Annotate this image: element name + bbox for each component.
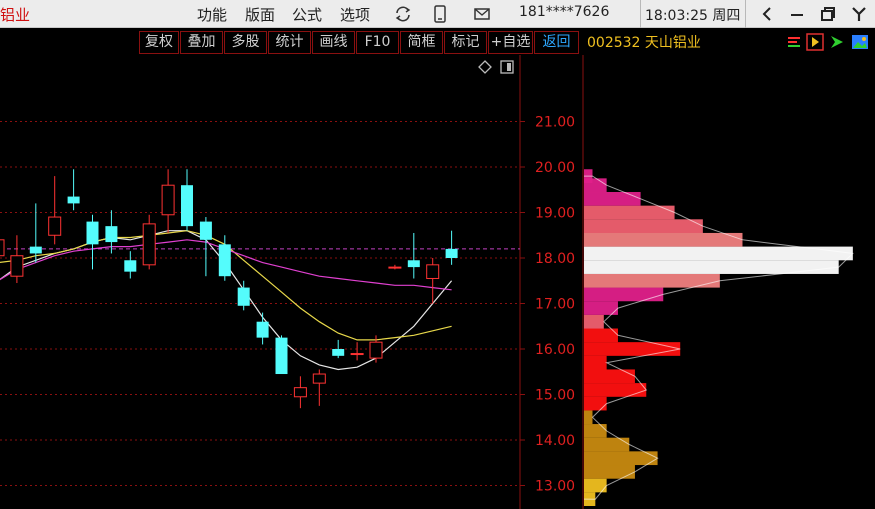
profile-bin [584,410,593,425]
y-tick-label: 14.00 [535,433,575,449]
toolbar-fuquan-button[interactable]: 复权 [139,31,179,54]
profile-bin [584,451,658,466]
y-tick-label: 15.00 [535,388,575,404]
candle-body-down [67,196,80,204]
titlebar-divider [640,0,641,28]
candle-body-up [426,264,440,279]
candle-body-up [0,239,5,257]
profile-bin [584,465,635,479]
clock: 18:03:25 周四 [645,8,741,24]
toolbar-draw-line-button[interactable]: 画线 [312,31,355,54]
kline-chart[interactable]: 13.00 14.00 15.00 16.00 17.00 18.00 19.00 20.00… [0,55,875,509]
candle-body-up [48,216,62,236]
profile-bin [584,219,703,233]
profile-bin [584,437,630,452]
profile-bin [584,287,664,302]
candle-body-up [312,373,326,384]
stock-title: 002532 天山铝业 [587,35,701,51]
y-tick-label: 16.00 [535,342,575,358]
restore-icon[interactable] [817,4,839,24]
candle-body-down [181,185,193,227]
candle-body-down [218,244,231,277]
candle-body-down [29,246,42,254]
toolbar-back-button[interactable]: 返回 [534,31,579,54]
play-flag-icon[interactable] [806,33,824,51]
candle-body-up [142,223,156,266]
candle-body-up [350,353,364,356]
kline-chart-area[interactable]: 13.00 14.00 15.00 16.00 17.00 18.00 19.00 20.00… [0,55,875,509]
titlebar-divider [745,0,746,28]
toolbar-f10-button[interactable]: F10 [356,31,399,54]
candle-body-down [124,260,137,272]
y-tick-label: 19.00 [535,206,575,222]
sync-icon[interactable] [393,4,413,24]
candle-body-up [293,387,307,398]
toolbar-add-watchlist-button[interactable]: +自选 [488,31,533,54]
profile-bin [584,205,675,220]
y-tick-label: 13.00 [535,479,575,495]
diamond-icon[interactable] [478,59,492,74]
y-tick-label: 20.00 [535,160,575,176]
candle-body-up [369,341,383,359]
profile-bin [584,355,607,370]
toolbar-overlay-button[interactable]: 叠加 [180,31,223,54]
account-number[interactable]: 181****7626 [519,4,609,20]
candle-body-down [407,260,420,268]
minimize-icon[interactable] [786,4,808,24]
candle-body-down [199,221,212,240]
toolbar-multi-stock-button[interactable]: 多股 [224,31,267,54]
profile-bin [584,383,647,397]
candle-body-down [237,287,250,306]
candle-body-up [161,184,175,216]
profile-bin [584,192,641,206]
mobile-icon[interactable] [430,4,450,24]
y-tick-label: 21.00 [535,115,575,131]
panel-toggle-icon[interactable] [500,59,514,74]
menu-item-layout[interactable]: 版面 [245,4,275,25]
toolbar-simple-frame-button[interactable]: 简框 [400,31,443,54]
picture-icon[interactable] [851,33,869,51]
profile-bin [584,396,607,411]
candle-body-up [10,255,24,277]
profile-bin [584,369,635,384]
chevron-left-icon[interactable] [757,4,779,24]
candle-body-down [105,226,118,243]
window-titlebar: 铝业 功能 版面 公式 选项 181****7626 18:03:25 周四 [0,0,875,28]
candle-body-down [332,349,345,356]
envelope-icon[interactable] [472,4,492,24]
candle-body-down [275,337,288,375]
menu-item-function[interactable]: 功能 [197,4,227,25]
profile-bin [584,424,607,438]
y-tick-label: 18.00 [535,251,575,267]
bars-icon[interactable] [785,33,803,51]
profile-bin [584,232,743,247]
close-icon[interactable] [848,4,870,24]
toolbar-mark-button[interactable]: 标记 [444,31,487,54]
candle-body-down [445,248,458,258]
candle-body-up [388,266,402,269]
app-title: 铝业 [0,6,31,24]
profile-bin [584,342,681,356]
menu-item-formula[interactable]: 公式 [292,4,322,25]
toolbar-statistics-button[interactable]: 统计 [268,31,311,54]
candle-body-down [256,321,269,338]
profile-bin [584,314,604,329]
chart-toolbar: 复权 叠加 多股 统计 画线 F10 简框 标记 +自选 返回 002532 天… [0,29,875,55]
menu-item-options[interactable]: 选项 [340,4,370,25]
candle-body-down [86,221,99,245]
arrow-icon[interactable] [828,33,846,51]
y-tick-label: 17.00 [535,297,575,313]
